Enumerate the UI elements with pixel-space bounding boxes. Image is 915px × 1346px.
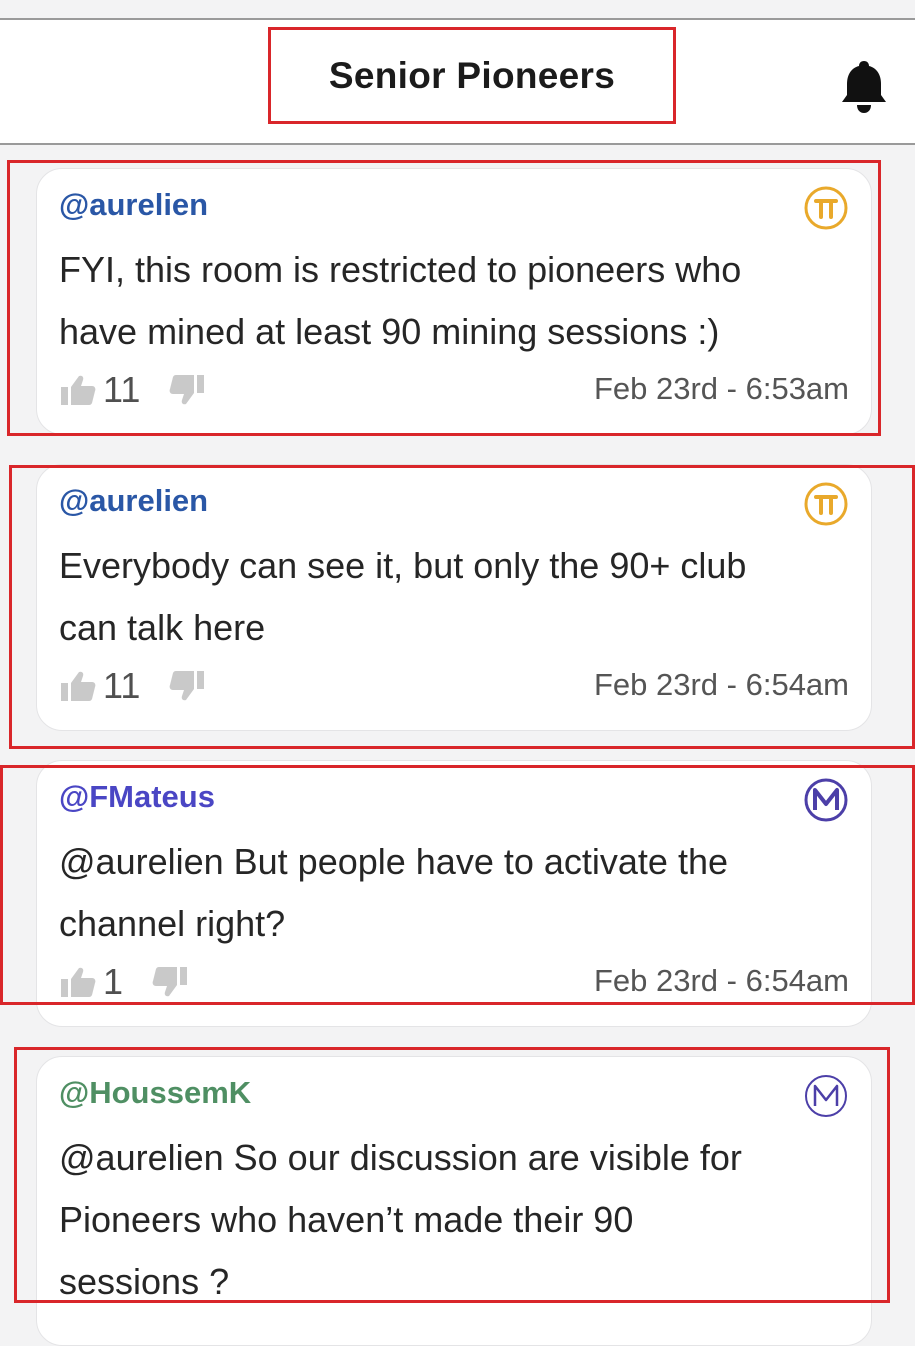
reaction-bar: 1: [59, 961, 189, 1003]
message-username[interactable]: @FMateus: [59, 779, 215, 815]
room-title: Senior Pioneers: [328, 54, 616, 96]
reaction-bar: 11: [59, 369, 206, 411]
thumbs-up-icon[interactable]: [59, 965, 97, 999]
moderator-m-badge-icon: [805, 1075, 847, 1117]
like-count: 11: [103, 369, 141, 410]
thumbs-down-icon[interactable]: [151, 965, 189, 999]
message-username[interactable]: @aurelien: [59, 187, 208, 223]
message-text: @aurelien But people have to activate th…: [59, 841, 728, 944]
like-count: 11: [103, 665, 141, 706]
pi-coin-badge-icon: [804, 482, 848, 526]
chat-header: Senior Pioneers: [0, 18, 915, 145]
message-timestamp: Feb 23rd - 6:53am: [593, 371, 849, 406]
message-card-1: @aurelien FYI, this room is restricted t…: [36, 168, 872, 435]
message-timestamp: Feb 23rd - 6:54am: [593, 963, 849, 998]
title-highlight-box: Senior Pioneers: [268, 27, 676, 124]
message-username[interactable]: @aurelien: [59, 483, 208, 519]
message-card-4: @HoussemK @aurelien So our discussion ar…: [36, 1056, 872, 1346]
reaction-bar: 11: [59, 665, 206, 707]
bell-icon[interactable]: [838, 57, 890, 115]
thumbs-up-icon[interactable]: [59, 373, 97, 407]
message-text: Everybody can see it, but only the 90+ c…: [59, 545, 747, 648]
thumbs-up-icon[interactable]: [59, 669, 97, 703]
message-timestamp: Feb 23rd - 6:54am: [593, 667, 849, 702]
thumbs-down-icon[interactable]: [168, 373, 206, 407]
message-username[interactable]: @HoussemK: [59, 1075, 251, 1111]
message-card-3: @FMateus @aurelien But people have to ac…: [36, 760, 872, 1027]
message-text: FYI, this room is restricted to pioneers…: [59, 249, 742, 352]
thumbs-down-icon[interactable]: [168, 669, 206, 703]
pi-coin-badge-icon: [804, 186, 848, 230]
moderator-m-badge-icon: [804, 778, 848, 822]
like-count: 1: [103, 961, 124, 1002]
message-text: @aurelien So our discussion are visible …: [59, 1137, 742, 1302]
message-card-2: @aurelien Everybody can see it, but only…: [36, 464, 872, 731]
